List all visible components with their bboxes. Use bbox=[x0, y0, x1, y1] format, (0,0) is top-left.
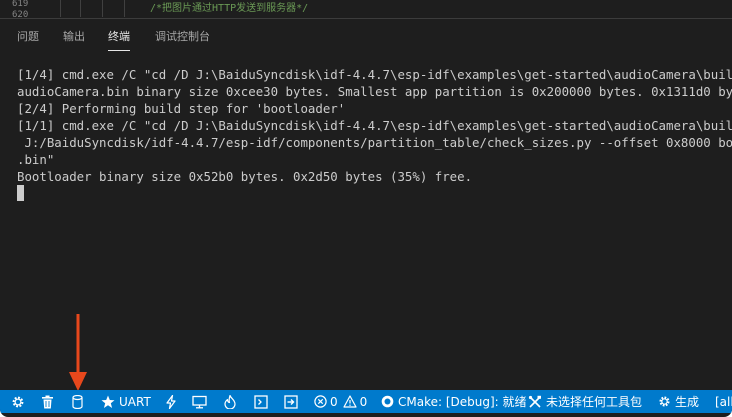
panel-tab-bar: 问题 输出 终端 调试控制台 bbox=[0, 18, 732, 54]
gear-icon bbox=[12, 396, 24, 407]
cmake-status[interactable]: CMake: [Debug]: 就绪 bbox=[381, 390, 527, 413]
database-icon bbox=[72, 394, 83, 409]
trash-icon bbox=[42, 395, 53, 408]
line-number: 619 bbox=[12, 0, 29, 9]
tools-icon bbox=[528, 395, 541, 408]
problems-indicator[interactable]: 0 0 bbox=[314, 390, 367, 413]
terminal-line: [2/4] Performing build step for 'bootloa… bbox=[17, 101, 346, 116]
error-icon bbox=[314, 395, 327, 408]
terminal-line: [1/1] cmd.exe /C "cd /D J:\BaiduSyncdisk… bbox=[17, 118, 732, 133]
flash-button[interactable] bbox=[166, 390, 176, 413]
terminal-icon bbox=[254, 394, 268, 409]
clean-button[interactable] bbox=[41, 390, 54, 413]
uart-label: UART bbox=[119, 394, 151, 409]
flame-icon bbox=[224, 394, 236, 409]
star-icon bbox=[101, 395, 115, 408]
cmake-icon bbox=[381, 395, 394, 408]
open-project-button[interactable] bbox=[284, 390, 298, 413]
kit-label: 未选择任何工具包 bbox=[546, 395, 643, 409]
build-label: 生成 bbox=[675, 395, 700, 409]
tab-debug-console[interactable]: 调试控制台 bbox=[155, 28, 210, 44]
terminal-scrollbar[interactable] bbox=[721, 66, 730, 336]
warning-count: 0 bbox=[359, 394, 368, 409]
terminal-button[interactable] bbox=[254, 390, 268, 413]
terminal-line: .bin" bbox=[17, 152, 55, 167]
lightning-icon bbox=[166, 394, 176, 409]
flash-device-button[interactable] bbox=[72, 390, 83, 413]
build-flash-monitor-button[interactable] bbox=[224, 390, 236, 413]
terminal-cursor bbox=[17, 185, 24, 201]
indent-guide bbox=[80, 0, 81, 17]
build-target-selector[interactable]: [all] bbox=[715, 390, 732, 413]
cmake-build-button[interactable]: 生成 bbox=[658, 390, 699, 413]
terminal-output[interactable]: [1/4] cmd.exe /C "cd /D J:\BaiduSyncdisk… bbox=[0, 60, 732, 388]
line-number: 620 bbox=[12, 10, 29, 17]
terminal-line: J:/BaiduSyncdisk/idf-4.4.7/esp-idf/compo… bbox=[17, 135, 732, 150]
target-label: [all] bbox=[715, 394, 732, 409]
code-comment: /*把图片通过HTTP发送到服务器*/ bbox=[150, 3, 309, 14]
editor-area: 619 620 /*把图片通过HTTP发送到服务器*/ bbox=[0, 0, 732, 17]
tab-output[interactable]: 输出 bbox=[63, 28, 85, 44]
status-bar: UART 0 0 CMake: [Debug]: 就绪 未选择任何工具包 生成 … bbox=[0, 390, 732, 413]
warning-icon bbox=[343, 395, 357, 408]
indent-guide bbox=[102, 0, 103, 17]
cmake-label: CMake: [Debug]: 就绪 bbox=[398, 395, 527, 409]
monitor-icon bbox=[192, 395, 207, 408]
terminal-line: audioCamera.bin binary size 0xcee30 byte… bbox=[17, 84, 732, 99]
indent-guide bbox=[124, 0, 125, 17]
indent-guide bbox=[60, 0, 61, 17]
terminal-line: Bootloader binary size 0x52b0 bytes. 0x2… bbox=[17, 169, 473, 184]
vscode-window: 619 620 /*把图片通过HTTP发送到服务器*/ 问题 输出 终端 调试控… bbox=[0, 0, 732, 417]
kit-selector[interactable]: 未选择任何工具包 bbox=[528, 390, 642, 413]
flash-method-uart[interactable]: UART bbox=[101, 390, 151, 413]
sign-in-icon bbox=[284, 394, 298, 409]
terminal-line: [1/4] cmd.exe /C "cd /D J:\BaiduSyncdisk… bbox=[17, 67, 732, 82]
tab-terminal[interactable]: 终端 bbox=[108, 28, 130, 51]
error-count: 0 bbox=[330, 394, 338, 409]
monitor-button[interactable] bbox=[192, 390, 207, 413]
annotation-arrow-icon bbox=[69, 314, 87, 391]
settings-button[interactable] bbox=[11, 390, 25, 413]
gear-icon bbox=[659, 396, 670, 407]
tab-problems[interactable]: 问题 bbox=[17, 28, 39, 44]
